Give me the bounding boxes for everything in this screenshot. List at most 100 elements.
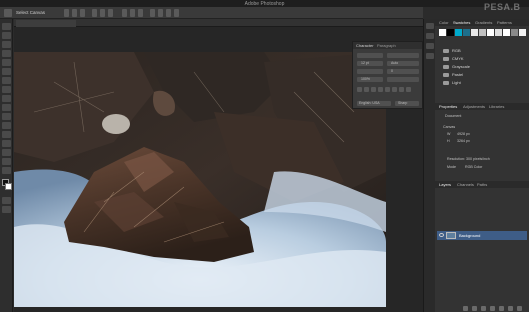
color-swatch[interactable] [447, 29, 454, 36]
gradient-icon[interactable] [2, 122, 11, 129]
kerning-field[interactable] [357, 69, 383, 74]
color-swatch[interactable] [511, 29, 518, 36]
history-brush-icon[interactable] [2, 104, 11, 111]
color-swatch[interactable] [479, 29, 486, 36]
color-swatch[interactable] [439, 29, 446, 36]
tab-properties[interactable]: Properties [439, 104, 457, 109]
clone-stamp-icon[interactable] [2, 95, 11, 102]
new-layer-icon[interactable] [508, 306, 513, 311]
align-right-icon[interactable] [80, 9, 85, 17]
swatch-group-pastel[interactable]: Pastel [439, 72, 525, 78]
color-swatch[interactable] [455, 29, 462, 36]
all-caps-button[interactable] [371, 87, 376, 92]
faux-bold-button[interactable] [357, 87, 362, 92]
height-value[interactable]: 3264 px [457, 139, 470, 143]
strikethrough-button[interactable] [406, 87, 411, 92]
align-bottom-icon[interactable] [108, 9, 113, 17]
align-center-icon[interactable] [72, 9, 77, 17]
brush-icon[interactable] [2, 86, 11, 93]
small-caps-button[interactable] [378, 87, 383, 92]
color-swatch[interactable] [487, 29, 494, 36]
background-color-swatch[interactable] [5, 183, 12, 190]
tab-paths[interactable]: Paths [477, 182, 487, 187]
swatch-group-grayscale[interactable]: Grayscale [439, 64, 525, 70]
marquee-icon[interactable] [2, 32, 11, 39]
swatch-group-rgb[interactable]: RGB [439, 48, 525, 54]
group-name: RGB [452, 48, 461, 53]
font-family-field[interactable] [357, 53, 383, 58]
crop-icon[interactable] [2, 59, 11, 66]
tab-adjustments[interactable]: Adjustments [463, 104, 485, 109]
quick-mask-icon[interactable] [2, 197, 11, 204]
image-canvas[interactable] [14, 52, 386, 307]
info-panel-icon[interactable] [426, 33, 434, 39]
3d-pan-icon[interactable] [166, 9, 171, 17]
layer-row-background[interactable]: Background [437, 231, 527, 240]
add-mask-icon[interactable] [481, 306, 486, 311]
type-icon[interactable] [2, 158, 11, 165]
swatch-group-cmyk[interactable]: CMYK [439, 56, 525, 62]
distribute-3-icon[interactable] [138, 9, 143, 17]
color-swatch[interactable] [495, 29, 502, 36]
screen-mode-icon[interactable] [2, 206, 11, 213]
dodge-icon[interactable] [2, 140, 11, 147]
visibility-eye-icon[interactable] [439, 233, 444, 237]
mode-value[interactable]: RGB Color [465, 165, 482, 169]
lasso-icon[interactable] [2, 41, 11, 48]
font-style-field[interactable] [387, 53, 419, 58]
width-value[interactable]: 4928 px [457, 132, 470, 136]
faux-italic-button[interactable] [364, 87, 369, 92]
leading-value: Auto [391, 61, 399, 65]
color-swatch[interactable] [503, 29, 510, 36]
superscript-button[interactable] [385, 87, 390, 92]
eraser-icon[interactable] [2, 113, 11, 120]
color-swatch[interactable] [463, 29, 470, 36]
group-name: Grayscale [452, 64, 471, 69]
move-icon[interactable] [2, 23, 11, 30]
align-top-icon[interactable] [92, 9, 97, 17]
new-group-icon[interactable] [499, 306, 504, 311]
history-panel-icon[interactable] [426, 23, 434, 29]
distribute-icon[interactable] [122, 9, 127, 17]
hand-icon[interactable] [2, 167, 11, 174]
trash-icon[interactable] [517, 306, 522, 311]
subscript-button[interactable] [392, 87, 397, 92]
tab-gradients[interactable]: Gradients [475, 20, 492, 25]
adjustment-layer-icon[interactable] [490, 306, 495, 311]
pen-icon[interactable] [2, 149, 11, 156]
underline-button[interactable] [399, 87, 404, 92]
eyedropper-icon[interactable] [2, 68, 11, 75]
tab-paragraph[interactable]: Paragraph [377, 43, 396, 48]
move-tool-icon[interactable] [4, 9, 12, 17]
height-label: H [447, 139, 450, 143]
document-tab[interactable] [16, 20, 76, 27]
blur-icon[interactable] [2, 131, 11, 138]
character-panel-icon[interactable] [426, 43, 434, 49]
river-rock-photo [14, 52, 386, 307]
swatch-group-light[interactable]: Light [439, 80, 525, 86]
distribute-2-icon[interactable] [130, 9, 135, 17]
tab-swatches[interactable]: Swatches [453, 20, 470, 25]
tab-patterns[interactable]: Patterns [497, 20, 512, 25]
align-middle-icon[interactable] [100, 9, 105, 17]
color-swatch[interactable] [471, 29, 478, 36]
preset-label[interactable]: Select Canvas [16, 10, 45, 15]
3d-slide-icon[interactable] [174, 9, 179, 17]
tab-character[interactable]: Character [356, 43, 374, 48]
link-layers-icon[interactable] [463, 306, 468, 311]
color-field[interactable] [387, 77, 419, 82]
3d-mode-icon[interactable] [150, 9, 155, 17]
3d-rotate-icon[interactable] [158, 9, 163, 17]
color-swatch[interactable] [519, 29, 526, 36]
tab-color[interactable]: Color [439, 20, 449, 25]
tab-channels[interactable]: Channels [457, 182, 474, 187]
paragraph-panel-icon[interactable] [426, 53, 434, 59]
layers-panel-header: Layers Channels Paths [435, 181, 529, 188]
healing-brush-icon[interactable] [2, 77, 11, 84]
tab-layers[interactable]: Layers [439, 182, 451, 187]
document-tab-bar [14, 19, 423, 27]
layer-style-icon[interactable] [472, 306, 477, 311]
tab-libraries[interactable]: Libraries [489, 104, 504, 109]
align-left-icon[interactable] [64, 9, 69, 17]
quick-select-icon[interactable] [2, 50, 11, 57]
